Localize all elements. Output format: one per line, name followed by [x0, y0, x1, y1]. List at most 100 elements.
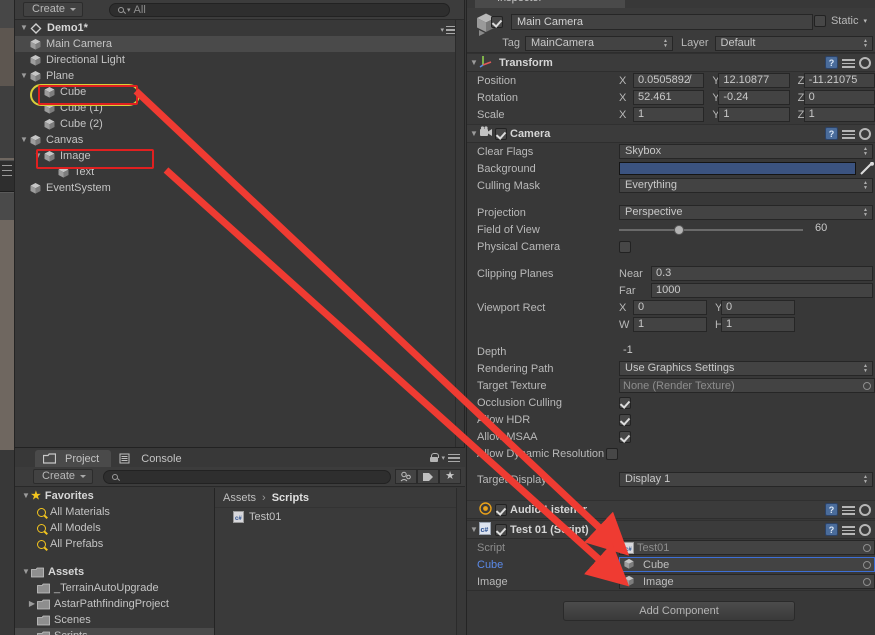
disclosure-triangle-icon[interactable] [19, 68, 29, 84]
lock-icon[interactable] [430, 453, 440, 463]
dynres-checkbox[interactable] [606, 447, 619, 460]
viewport-y-input[interactable]: 0 [721, 300, 795, 315]
gear-icon[interactable] [859, 127, 871, 140]
hierarchy-item-eventsystem[interactable]: EventSystem [15, 180, 464, 196]
rotation-y-input[interactable]: -0.24 [718, 90, 790, 105]
gameobject-name-input[interactable]: Main Camera [511, 14, 813, 30]
scale-x-input[interactable]: 1 [633, 107, 705, 122]
position-x-input[interactable]: 0.0505892̸ [633, 73, 705, 88]
disclosure-triangle-icon[interactable] [19, 132, 29, 148]
rotation-z-input[interactable]: 0 [803, 90, 875, 105]
culling-mask-dropdown[interactable]: Everything [619, 178, 873, 193]
physical-camera-checkbox[interactable] [619, 240, 631, 253]
tab-project[interactable]: Project [35, 450, 112, 467]
project-create-button[interactable]: Create [33, 469, 94, 484]
cube-object-field[interactable]: Cube [619, 557, 875, 572]
hierarchy-item-text[interactable]: Text [15, 164, 464, 180]
help-icon[interactable]: ? [825, 127, 838, 140]
hierarchy-item-main-camera[interactable]: Main Camera [15, 36, 464, 52]
hierarchy-scene-root[interactable]: Demo1* [15, 20, 464, 36]
far-input[interactable]: 1000 [651, 283, 873, 298]
project-asset-scripts[interactable]: Scripts [15, 628, 214, 635]
near-input[interactable]: 0.3 [651, 266, 873, 281]
tab-console[interactable]: Console [111, 450, 193, 467]
object-picker-icon[interactable] [863, 560, 871, 569]
gear-icon[interactable] [859, 523, 871, 536]
help-icon[interactable]: ? [825, 523, 838, 536]
script-object-field[interactable]: Test01 [619, 540, 875, 555]
disclosure-triangle-icon[interactable] [19, 20, 29, 36]
hierarchy-item-plane[interactable]: Plane [15, 68, 464, 84]
hierarchy-item-cube-2[interactable]: Cube (2) [15, 116, 464, 132]
filter-by-type-button[interactable] [395, 469, 417, 484]
project-scrollbar[interactable] [456, 488, 465, 635]
hierarchy-item-canvas[interactable]: Canvas [15, 132, 464, 148]
project-asset-terrainautoupgrade[interactable]: _TerrainAutoUpgrade [15, 580, 214, 596]
preset-icon[interactable] [842, 524, 855, 535]
project-favorite-all-prefabs[interactable]: All Prefabs [15, 536, 214, 552]
target-display-dropdown[interactable]: Display 1 [619, 472, 873, 487]
hierarchy-item-cube[interactable]: Cube [15, 84, 464, 100]
project-favorites-root[interactable]: ★ Favorites [15, 488, 214, 504]
hierarchy-scrollbar[interactable] [455, 20, 464, 447]
object-picker-icon[interactable] [863, 381, 871, 390]
project-file-item[interactable]: Test01 [215, 508, 465, 526]
favorites-filter-button[interactable]: ★ [439, 469, 461, 484]
viewport-x-input[interactable]: 0 [633, 300, 707, 315]
target-texture-field[interactable]: None (Render Texture) [619, 378, 875, 393]
add-component-button[interactable]: Add Component [563, 601, 795, 621]
scale-y-input[interactable]: 1 [718, 107, 790, 122]
disclosure-triangle-icon[interactable] [21, 564, 31, 580]
static-toggle[interactable]: Static ▾ [813, 15, 867, 27]
preset-icon[interactable] [842, 57, 855, 68]
fov-slider-knob[interactable] [674, 224, 685, 235]
script-enabled-checkbox[interactable] [495, 523, 507, 536]
project-asset-scenes[interactable]: Scenes [15, 612, 214, 628]
project-favorite-all-models[interactable]: All Models [15, 520, 214, 536]
hierarchy-item-cube-1[interactable]: Cube (1) [15, 100, 464, 116]
hierarchy-search-input[interactable]: ▾ All [109, 2, 450, 17]
viewport-w-input[interactable]: 1 [633, 317, 707, 332]
clear-flags-dropdown[interactable]: Skybox [619, 144, 873, 159]
disclosure-triangle-icon[interactable] [33, 148, 43, 164]
camera-enabled-checkbox[interactable] [495, 127, 507, 140]
disclosure-triangle-icon[interactable] [21, 488, 31, 504]
depth-input[interactable]: -1 [619, 344, 873, 359]
fov-slider[interactable] [619, 224, 803, 235]
transform-header[interactable]: Transform ? [467, 53, 875, 72]
audio-listener-enabled-checkbox[interactable] [495, 503, 507, 516]
position-y-input[interactable]: 12.10877 [718, 73, 790, 88]
msaa-checkbox[interactable] [619, 430, 631, 443]
background-color-swatch[interactable] [619, 162, 856, 175]
projection-dropdown[interactable]: Perspective [619, 205, 873, 220]
rendering-path-dropdown[interactable]: Use Graphics Settings [619, 361, 873, 376]
object-picker-icon[interactable] [863, 543, 871, 552]
project-tab-options[interactable]: ▾ [430, 452, 460, 464]
fov-value[interactable]: 60 [811, 222, 873, 237]
project-asset-astarpathfindingproject[interactable]: AstarPathfindingProject [15, 596, 214, 612]
help-icon[interactable]: ? [825, 503, 838, 516]
hierarchy-item-image[interactable]: Image [15, 148, 464, 164]
filter-by-label-button[interactable] [417, 469, 439, 484]
gameobject-active-checkbox[interactable] [491, 16, 503, 28]
layer-dropdown[interactable]: Default [714, 35, 873, 51]
preset-icon[interactable] [842, 504, 855, 515]
help-icon[interactable]: ? [825, 56, 838, 69]
chevron-down-icon[interactable]: ▾ [863, 17, 867, 25]
project-search-input[interactable] [103, 469, 391, 484]
rotation-x-input[interactable]: 52.461 [633, 90, 705, 105]
static-checkbox[interactable] [813, 15, 826, 27]
camera-header[interactable]: Camera ? [467, 124, 875, 143]
occlusion-checkbox[interactable] [619, 396, 631, 409]
project-favorite-all-materials[interactable]: All Materials [15, 504, 214, 520]
hierarchy-item-directional-light[interactable]: Directional Light [15, 52, 464, 68]
script-header[interactable]: c# Test 01 (Script) ? [467, 520, 875, 539]
position-z-input[interactable]: -11.21075 [803, 73, 875, 88]
project-assets-root[interactable]: Assets [15, 564, 214, 580]
search-dropdown-icon[interactable]: ▾ [127, 6, 131, 14]
tab-inspector[interactable]: Inspector [475, 0, 625, 8]
image-object-field[interactable]: Image [619, 574, 875, 589]
gear-icon[interactable] [859, 503, 871, 516]
gear-icon[interactable] [859, 56, 871, 69]
disclosure-triangle-icon[interactable] [27, 596, 37, 612]
